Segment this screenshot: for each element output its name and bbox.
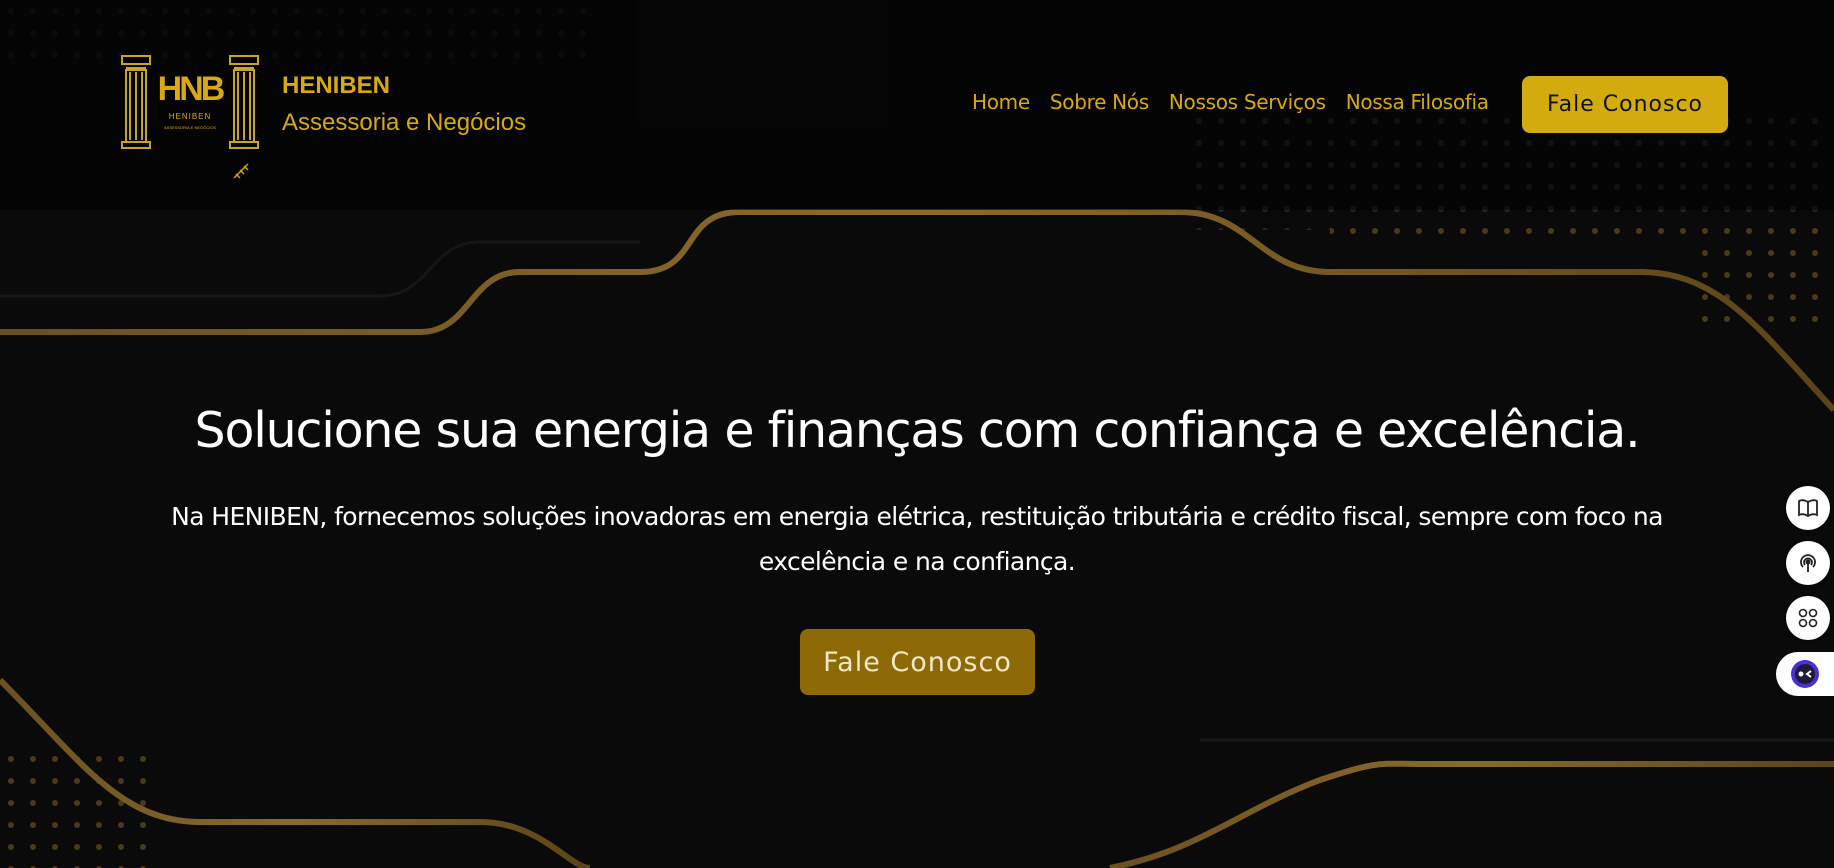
hero-title: Solucione sua energia e finanças com con…	[194, 402, 1641, 459]
nav-nossos-servicos[interactable]: Nossos Serviços	[1169, 90, 1326, 114]
side-broadcast-button[interactable]	[1786, 541, 1830, 585]
side-book-button[interactable]	[1786, 486, 1830, 530]
side-assistant-button[interactable]	[1776, 652, 1834, 696]
main-nav: Home Sobre Nós Nossos Serviços Nossa Fil…	[972, 90, 1489, 114]
header-contact-button[interactable]: Fale Conosco	[1522, 76, 1728, 133]
assistant-face-icon	[1791, 660, 1819, 688]
hero-description: Na HENIBEN, fornecemos soluções inovador…	[171, 502, 1663, 576]
logo-tagline: ASSESSORIA E NEGÓCIOS	[164, 125, 216, 130]
brand-subtitle: Assessoria e Negócios	[282, 109, 527, 136]
logo-monogram: HNB	[158, 70, 225, 108]
apps-icon	[1798, 608, 1818, 628]
nav-nossa-filosofia[interactable]: Nossa Filosofia	[1346, 90, 1489, 114]
nav-sobre-nos[interactable]: Sobre Nós	[1050, 90, 1149, 114]
logo-caption: HENIBEN	[169, 112, 212, 121]
side-apps-button[interactable]	[1786, 596, 1830, 640]
heniben-logo[interactable]: HNB HENIBEN ASSESSORIA E NEGÓCIOS	[120, 54, 260, 188]
brand-name: HENIBEN	[282, 72, 391, 99]
book-icon	[1798, 499, 1818, 518]
hero-contact-button[interactable]: Fale Conosco	[800, 629, 1035, 695]
nav-home[interactable]: Home	[972, 90, 1030, 114]
broadcast-icon	[1800, 554, 1816, 572]
